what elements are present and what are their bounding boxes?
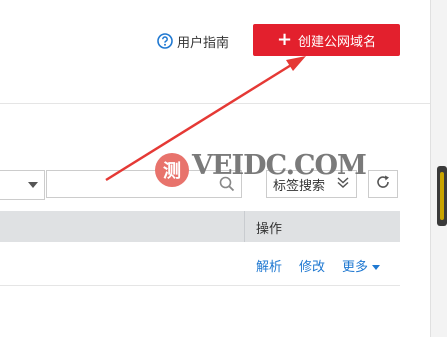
modify-link[interactable]: 修改	[299, 256, 325, 275]
floating-widget-indicator	[440, 172, 444, 220]
resolve-link[interactable]: 解析	[256, 256, 282, 275]
watermark-text: VEIDC.COM	[192, 150, 367, 181]
create-button-label: 创建公网域名	[298, 34, 377, 50]
filter-type-select[interactable]	[0, 170, 45, 200]
row-divider	[0, 285, 400, 286]
column-divider	[244, 211, 245, 242]
caret-down-icon	[372, 265, 381, 270]
header-divider	[0, 103, 430, 104]
create-public-domain-button[interactable]: + 创建公网域名	[253, 24, 400, 56]
table-header	[0, 211, 400, 242]
chevron-down-icon	[28, 182, 38, 188]
plus-icon: +	[276, 29, 293, 50]
user-guide-label: 用户指南	[177, 35, 230, 51]
watermark-logo: 测	[155, 153, 189, 187]
refresh-button[interactable]	[368, 170, 398, 198]
help-circle-icon	[157, 33, 173, 49]
more-link-label: 更多	[342, 260, 369, 275]
refresh-icon	[375, 174, 391, 194]
more-dropdown[interactable]: 更多	[342, 256, 381, 275]
user-guide-link[interactable]: 用户指南	[157, 31, 229, 51]
column-header-operations: 操作	[256, 222, 283, 237]
